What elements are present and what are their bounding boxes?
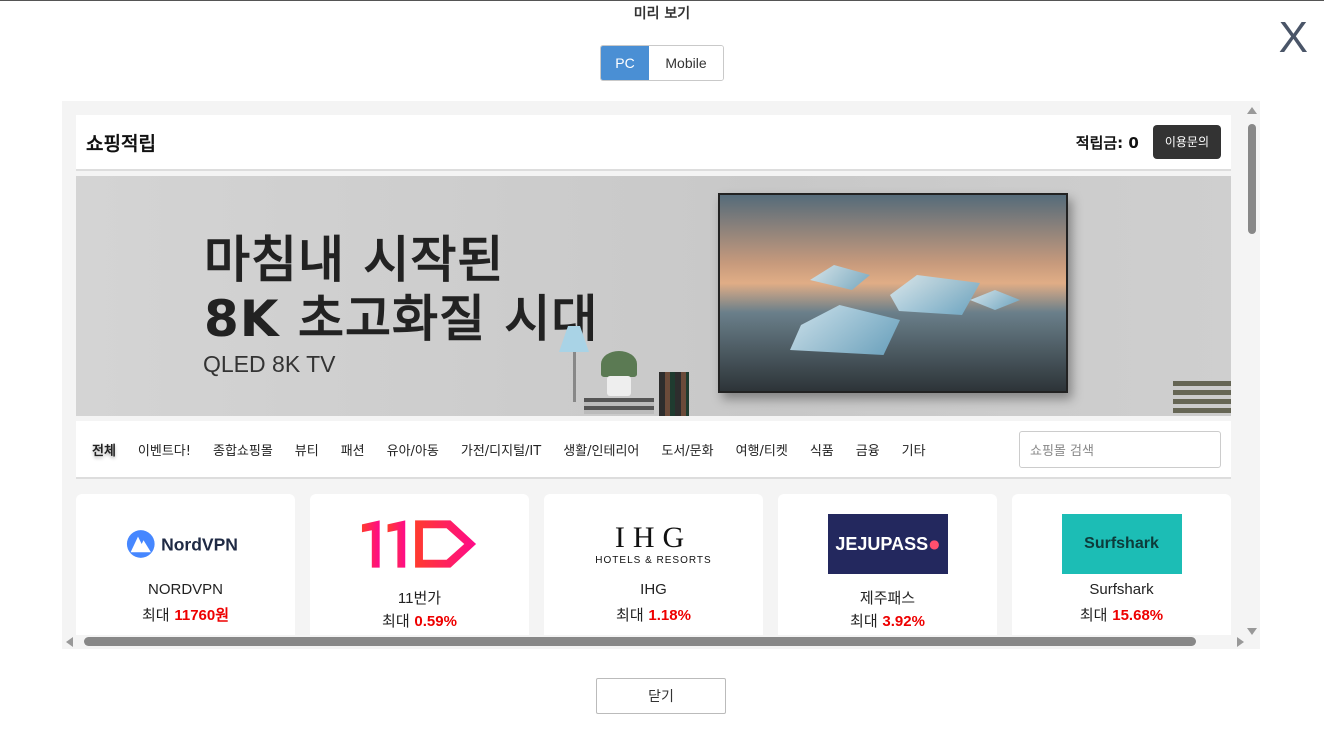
shop-card-list: NordVPN NORDVPN 최대 11760원 11번가 최대 0.59%: [76, 494, 1231, 635]
close-icon[interactable]: X: [1279, 14, 1308, 62]
banner-subtitle: QLED 8K TV: [203, 351, 336, 377]
search-placeholder: 쇼핑몰 검색: [1030, 443, 1094, 459]
site-header: 쇼핑적립 적립금: 0 이용문의: [76, 115, 1231, 171]
shop-name: IHG: [640, 581, 667, 598]
vertical-scroll-thumb[interactable]: [1248, 124, 1256, 234]
shop-rate: 최대 1.18%: [616, 606, 691, 624]
shop-name: 제주패스: [859, 590, 916, 607]
mobile-toggle-button[interactable]: Mobile: [649, 46, 723, 80]
books-stack-image: [1173, 381, 1231, 416]
close-button[interactable]: 닫기: [596, 678, 726, 714]
plant-image: [601, 351, 637, 377]
points-label: 적립금: 0: [1075, 133, 1139, 152]
shop-name: NORDVPN: [147, 581, 223, 598]
vertical-scrollbar[interactable]: [1245, 107, 1259, 635]
category-tab[interactable]: 가전/디지털/IT: [461, 440, 541, 459]
header-right: 적립금: 0 이용문의: [1076, 125, 1221, 159]
category-tab[interactable]: 금융: [856, 440, 880, 459]
category-tab[interactable]: 기타: [902, 440, 926, 459]
category-tab[interactable]: 여행/티켓: [736, 440, 788, 459]
pot-image: [607, 376, 631, 396]
scroll-down-arrow-icon[interactable]: [1247, 628, 1257, 635]
inquiry-button[interactable]: 이용문의: [1152, 125, 1221, 159]
nordvpn-logo-text: NordVPN: [161, 534, 238, 554]
category-tab[interactable]: 유아/아동: [387, 440, 439, 459]
pc-toggle-button[interactable]: PC: [601, 46, 649, 80]
shop-card-11st[interactable]: 11번가 최대 0.59%: [310, 494, 529, 635]
horizontal-scrollbar[interactable]: [66, 634, 1244, 648]
category-tab[interactable]: 패션: [341, 440, 365, 459]
category-tab[interactable]: 전체: [92, 440, 116, 459]
scroll-left-arrow-icon[interactable]: [66, 637, 73, 647]
site-brand[interactable]: 쇼핑적립: [86, 129, 156, 156]
horizontal-scroll-thumb[interactable]: [84, 637, 1196, 646]
category-tab[interactable]: 식품: [810, 440, 834, 459]
shop-name: 11번가: [397, 590, 442, 607]
shop-rate: 최대 15.68%: [1079, 606, 1164, 624]
banner-headline-2: 8K 초고화질 시대: [204, 290, 599, 348]
scroll-right-arrow-icon[interactable]: [1237, 637, 1244, 647]
shop-search-input[interactable]: 쇼핑몰 검색: [1019, 430, 1221, 468]
shop-card-surfshark[interactable]: Surfshark Surfshark 최대 15.68%: [1012, 494, 1231, 635]
standing-books-image: [659, 372, 689, 416]
11st-logo: [360, 514, 480, 574]
shop-rate: 최대 11760원: [141, 606, 230, 624]
shop-name: Surfshark: [1089, 581, 1154, 598]
category-bar: 전체 이벤트다! 종합쇼핑몰 뷰티 패션 유아/아동 가전/디지털/IT 생활/인테리어 도서/…: [76, 421, 1231, 479]
category-tab[interactable]: 뷰티: [295, 440, 319, 459]
modal-title: 미리 보기: [633, 6, 691, 22]
surfshark-logo: Surfshark: [1061, 514, 1182, 574]
category-list: 전체 이벤트다! 종합쇼핑몰 뷰티 패션 유아/아동 가전/디지털/IT 생활/인테리어 도서/…: [92, 440, 1019, 459]
shop-card-nordvpn[interactable]: NordVPN NORDVPN 최대 11760원: [76, 494, 295, 635]
shop-card-jejupass[interactable]: JEJUPASS ● 제주패스 최대 3.92%: [778, 494, 997, 635]
device-toggle: PC Mobile: [600, 45, 724, 81]
jejupass-logo: JEJUPASS ●: [827, 514, 948, 574]
books-image: [584, 398, 654, 414]
shop-rate: 최대 3.92%: [850, 612, 925, 630]
shop-card-ihg[interactable]: IHG HOTELS & RESORTS IHG 최대 1.18%: [544, 494, 763, 635]
lamp-pole-image: [573, 352, 576, 402]
shop-rate: 최대 0.59%: [382, 612, 457, 630]
ihg-logo: IHG HOTELS & RESORTS: [595, 520, 712, 566]
scroll-up-arrow-icon[interactable]: [1247, 107, 1257, 114]
category-tab[interactable]: 생활/인테리어: [563, 440, 639, 459]
preview-viewport: 쇼핑적립 적립금: 0 이용문의 마침내 시작된 8K 초고화질 시대 QLED…: [76, 115, 1231, 635]
category-tab[interactable]: 도서/문화: [661, 440, 713, 459]
category-tab[interactable]: 종합쇼핑몰: [213, 440, 273, 459]
top-border: [0, 0, 1324, 1]
nordvpn-logo: NordVPN: [126, 514, 246, 574]
category-tab[interactable]: 이벤트다!: [138, 440, 191, 459]
promo-banner[interactable]: 마침내 시작된 8K 초고화질 시대 QLED 8K TV: [76, 176, 1231, 416]
tv-image: [718, 193, 1068, 393]
preview-frame: 쇼핑적립 적립금: 0 이용문의 마침내 시작된 8K 초고화질 시대 QLED…: [62, 101, 1260, 649]
